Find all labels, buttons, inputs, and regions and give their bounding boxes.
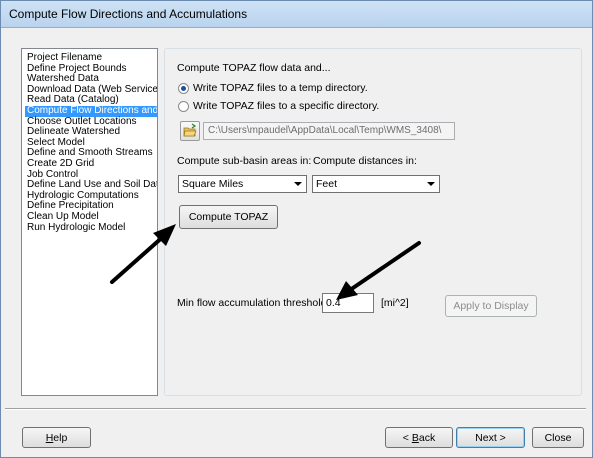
back-prefix: < <box>402 432 412 444</box>
step-item[interactable]: Compute Flow Directions and <box>25 105 157 117</box>
wizard-steps-list[interactable]: Project Filename Define Project Bounds Wat… <box>21 48 158 396</box>
radio-specific-label[interactable]: Write TOPAZ files to a specific director… <box>193 100 379 112</box>
back-button[interactable]: < Back <box>385 427 453 448</box>
radio-temp-directory[interactable] <box>178 83 189 94</box>
compute-topaz-button[interactable]: Compute TOPAZ <box>179 205 278 229</box>
chevron-down-icon <box>294 182 302 186</box>
back-label: ack <box>418 432 436 444</box>
distance-units-value: Feet <box>316 178 338 190</box>
step-item[interactable]: Create 2D Grid <box>25 158 157 170</box>
threshold-input[interactable]: 0.4 <box>322 293 374 313</box>
footer-separator <box>5 408 586 410</box>
chevron-down-icon <box>427 182 435 186</box>
radio-temp-label[interactable]: Write TOPAZ files to a temp directory. <box>193 82 368 94</box>
subbasin-units-select[interactable]: Square Miles <box>178 175 307 193</box>
subbasin-label: Compute sub-basin areas in: <box>177 155 312 167</box>
next-button[interactable]: Next > <box>456 427 525 448</box>
title-bar[interactable]: Compute Flow Directions and Accumulation… <box>1 1 592 28</box>
folder-open-icon <box>183 123 197 137</box>
apply-to-display-button[interactable]: Apply to Display <box>445 295 537 317</box>
distance-units-select[interactable]: Feet <box>312 175 440 193</box>
step-item[interactable]: Clean Up Model <box>25 211 157 223</box>
close-button[interactable]: Close <box>532 427 584 448</box>
window-title: Compute Flow Directions and Accumulation… <box>9 7 248 21</box>
radio-specific-directory[interactable] <box>178 101 189 112</box>
step-item[interactable]: Project Filename <box>25 52 157 64</box>
help-label: elp <box>53 432 68 444</box>
threshold-label: Min flow accumulation threshold: <box>177 297 330 309</box>
distances-label: Compute distances in: <box>313 155 417 167</box>
subbasin-units-value: Square Miles <box>182 178 244 190</box>
threshold-unit: [mi^2] <box>381 297 409 309</box>
directory-path-field[interactable]: C:\Users\mpaudel\AppData\Local\Temp\WMS_… <box>203 122 455 140</box>
browse-folder-button[interactable] <box>180 121 200 141</box>
panel-heading: Compute TOPAZ flow data and... <box>177 62 331 74</box>
back-hotkey: B <box>411 432 419 444</box>
step-item[interactable]: Run Hydrologic Model <box>25 222 157 234</box>
help-button[interactable]: Help <box>22 427 91 448</box>
